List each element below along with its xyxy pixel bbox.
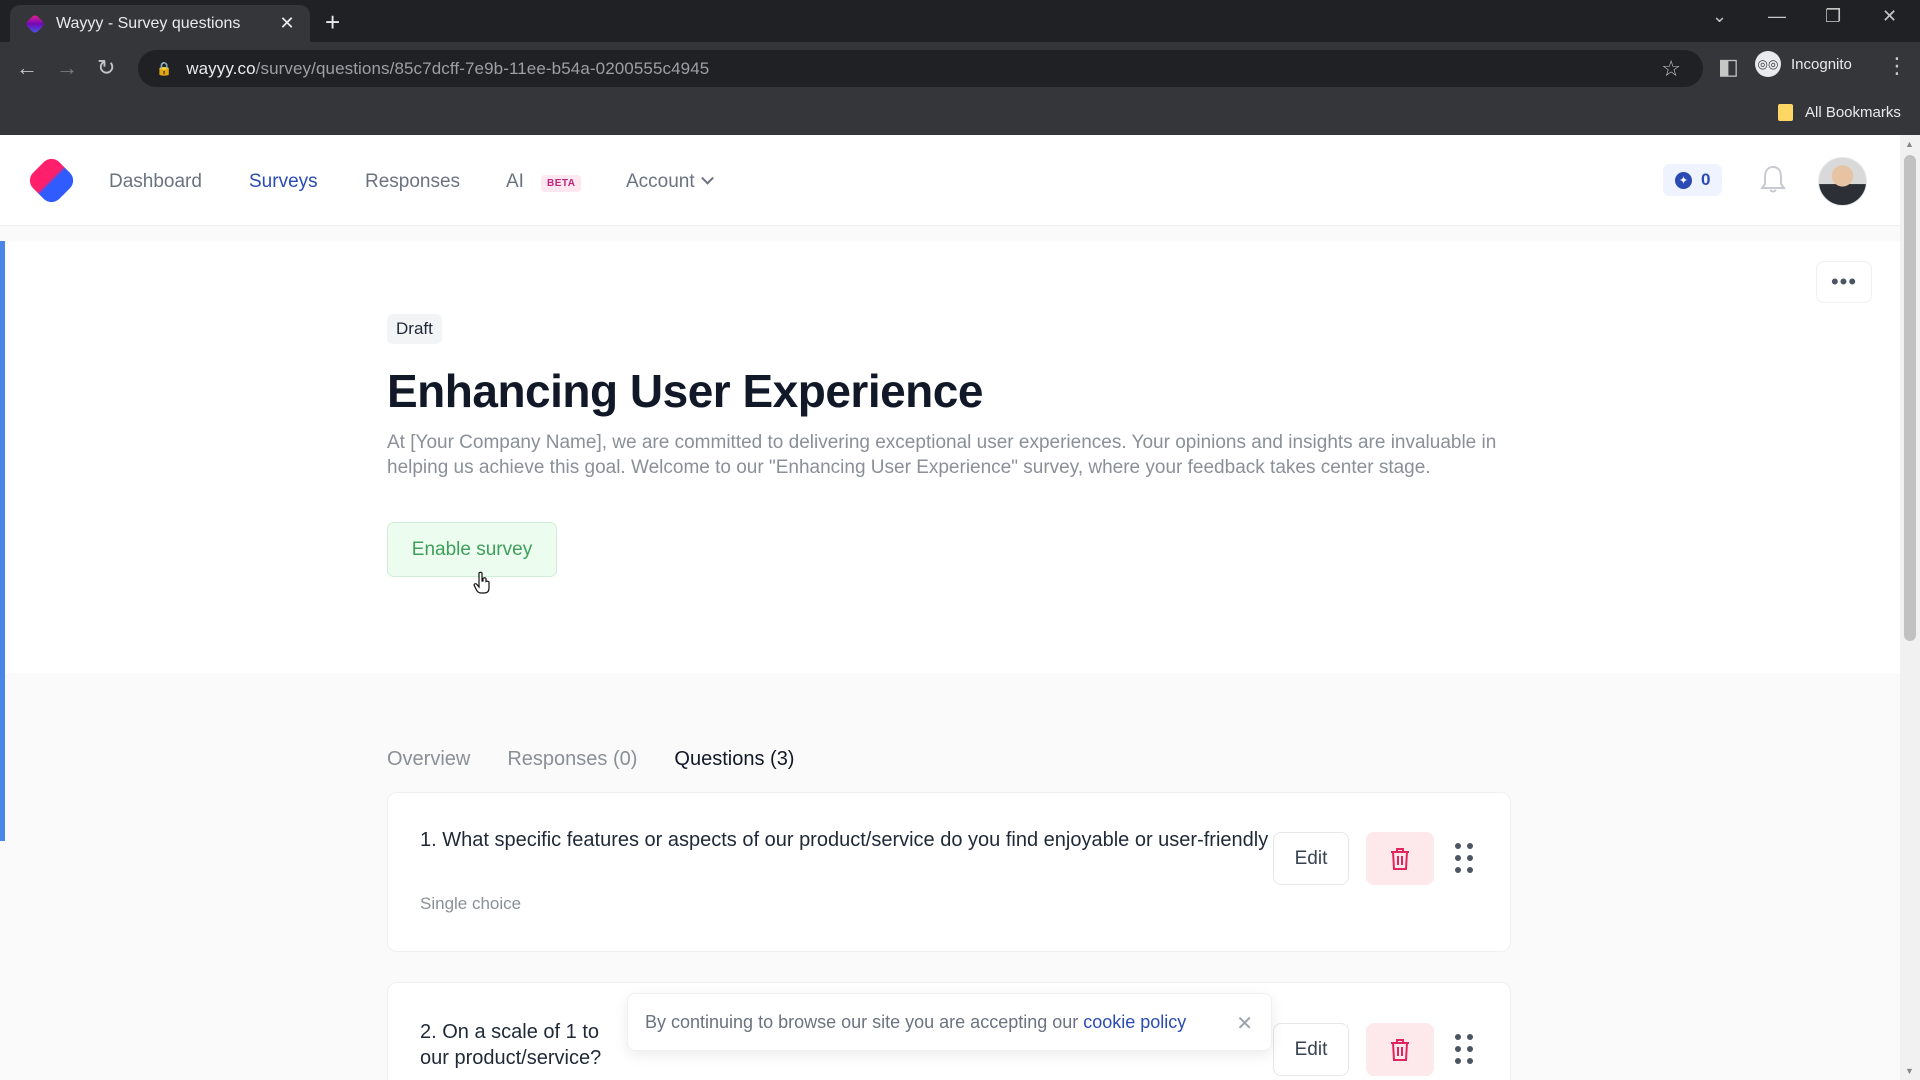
- survey-description: At [Your Company Name], we are committed…: [387, 432, 1497, 478]
- forward-icon[interactable]: →: [56, 55, 78, 81]
- scroll-down-icon[interactable]: ▼: [1905, 1066, 1914, 1076]
- url-text: wayyy.co/survey/questions/85c7dcff-7e9b-…: [186, 58, 710, 78]
- status-badge: Draft: [387, 314, 442, 344]
- menu-icon[interactable]: ⋮: [1886, 53, 1908, 79]
- minimize-icon[interactable]: —: [1768, 6, 1786, 27]
- browser-tab-strip: Wayyy - Survey questions ✕ + ⌄ — ❐ ✕: [0, 0, 1920, 42]
- nav-dashboard[interactable]: Dashboard: [109, 171, 202, 193]
- drag-handle-icon[interactable]: [1453, 842, 1475, 874]
- edit-button[interactable]: Edit: [1273, 1023, 1349, 1076]
- tab-close-icon[interactable]: ✕: [276, 13, 298, 34]
- tab-responses[interactable]: Responses (0): [507, 748, 637, 771]
- nav-responses[interactable]: Responses: [365, 171, 460, 193]
- logo[interactable]: [25, 154, 78, 207]
- nav-ai[interactable]: AI: [506, 171, 524, 193]
- close-icon[interactable]: ✕: [1236, 1011, 1253, 1036]
- trash-icon: [1391, 847, 1409, 870]
- browser-tab[interactable]: Wayyy - Survey questions ✕: [10, 5, 310, 42]
- scroll-thumb[interactable]: [1904, 155, 1916, 641]
- cookie-text: By continuing to browse our site you are…: [645, 1011, 1079, 1032]
- avatar[interactable]: [1818, 157, 1867, 206]
- bell-icon[interactable]: [1760, 164, 1786, 194]
- delete-button[interactable]: [1366, 1023, 1434, 1076]
- credits-icon: ✦: [1675, 171, 1692, 189]
- cookie-policy-link[interactable]: cookie policy: [1083, 1012, 1186, 1033]
- beta-badge: BETA: [541, 175, 582, 192]
- chevron-down-icon: [700, 171, 714, 185]
- more-options-button[interactable]: •••: [1816, 261, 1872, 303]
- more-icon: •••: [1830, 269, 1858, 294]
- incognito-icon: ◎◎: [1755, 51, 1781, 77]
- drag-handle-icon[interactable]: [1453, 1033, 1475, 1065]
- browser-toolbar: ← → ↻ 🔒 wayyy.co/survey/questions/85c7dc…: [0, 42, 1920, 95]
- app-header: Dashboard Surveys Responses AI BETA Acco…: [0, 135, 1900, 226]
- all-bookmarks-label: All Bookmarks: [1805, 104, 1901, 121]
- tab-search-icon[interactable]: ⌄: [1712, 6, 1727, 27]
- page-scrollbar[interactable]: ▲ ▼: [1900, 135, 1920, 1080]
- folder-icon: [1778, 104, 1793, 121]
- address-bar[interactable]: 🔒 wayyy.co/survey/questions/85c7dcff-7e9…: [138, 50, 1703, 87]
- window-close-icon[interactable]: ✕: [1882, 6, 1897, 27]
- hand-cursor-icon: [473, 571, 490, 594]
- star-icon[interactable]: ☆: [1661, 56, 1681, 82]
- nav-surveys[interactable]: Surveys: [249, 171, 318, 193]
- credits-count: 0: [1701, 170, 1711, 189]
- cookie-banner: By continuing to browse our site you are…: [627, 993, 1272, 1051]
- lock-icon: 🔒: [156, 60, 173, 76]
- tab-questions[interactable]: Questions (3): [674, 748, 794, 771]
- nav-account[interactable]: Account: [626, 171, 714, 193]
- reload-icon[interactable]: ↻: [97, 55, 115, 81]
- trash-icon: [1391, 1038, 1409, 1061]
- credits-badge[interactable]: ✦ 0: [1663, 164, 1723, 196]
- new-tab-icon[interactable]: +: [325, 7, 340, 38]
- all-bookmarks-button[interactable]: All Bookmarks: [1778, 104, 1901, 121]
- scroll-up-icon[interactable]: ▲: [1905, 139, 1914, 149]
- sidebar-icon[interactable]: ◧: [1718, 54, 1739, 80]
- edit-button[interactable]: Edit: [1273, 832, 1349, 885]
- app-viewport: Dashboard Surveys Responses AI BETA Acco…: [0, 135, 1900, 1080]
- question-type: Single choice: [420, 894, 522, 913]
- incognito-label: Incognito: [1791, 55, 1852, 73]
- tab-overview[interactable]: Overview: [387, 748, 470, 771]
- incognito-indicator[interactable]: ◎◎ Incognito: [1755, 51, 1852, 77]
- nav-account-label: Account: [626, 171, 695, 192]
- bookmarks-bar: All Bookmarks: [0, 95, 1920, 135]
- question-card: 1. What specific features or aspects of …: [387, 792, 1511, 952]
- survey-tabs: Overview Responses (0) Questions (3): [387, 748, 794, 771]
- survey-hero: ••• Draft Enhancing User Experience At […: [5, 241, 1900, 673]
- restore-icon[interactable]: ❐: [1825, 6, 1841, 27]
- question-text: 1. What specific features or aspects of …: [420, 829, 1269, 851]
- delete-button[interactable]: [1366, 832, 1434, 885]
- back-icon[interactable]: ←: [16, 55, 38, 81]
- page-title: Enhancing User Experience: [387, 365, 983, 417]
- favicon-icon: [24, 13, 46, 34]
- tab-title: Wayyy - Survey questions: [56, 14, 241, 32]
- enable-survey-button[interactable]: Enable survey: [387, 522, 557, 577]
